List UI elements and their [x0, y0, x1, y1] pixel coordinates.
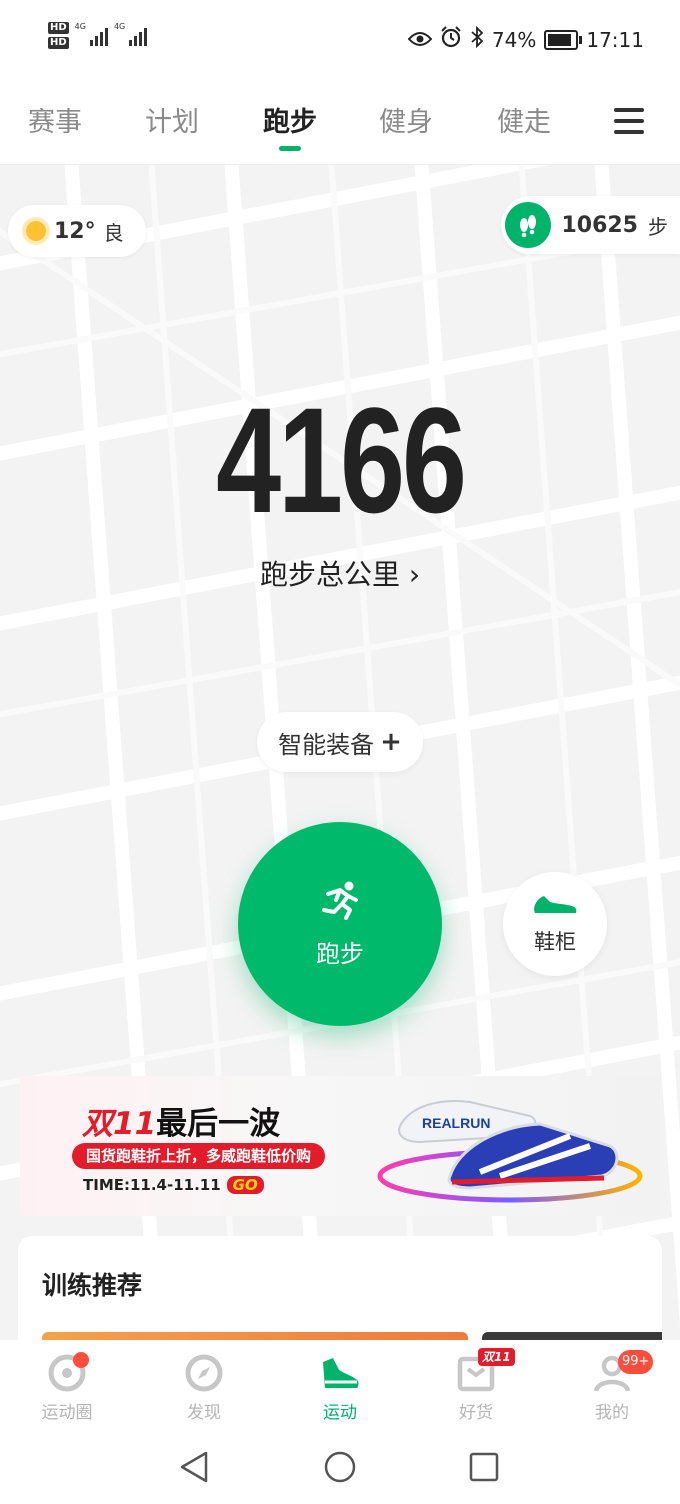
nav-label-goods: 好货	[459, 1403, 493, 1423]
clock: 17:11	[586, 27, 644, 52]
banner-title: 双11最后一波	[82, 1098, 280, 1143]
sim1-hd-label: HD	[48, 22, 69, 34]
tab-events[interactable]: 赛事	[10, 100, 100, 139]
nav-me[interactable]: 99+ 我的	[562, 1350, 662, 1423]
network2-label: 4G	[113, 22, 126, 31]
banner-subtitle: 国货跑鞋折上折，多威跑鞋低价购	[72, 1143, 326, 1169]
network1-label: 4G	[74, 22, 86, 31]
smart-device-label: 智能装备	[278, 730, 375, 759]
alarm-icon	[440, 26, 462, 53]
training-section: 训练推荐	[18, 1236, 662, 1346]
eye-icon	[407, 28, 433, 52]
training-title: 训练推荐	[42, 1271, 143, 1300]
shoe-cabinet-label: 鞋柜	[534, 930, 576, 954]
sun-icon	[26, 221, 46, 241]
promo-banner[interactable]: 双11最后一波 国货跑鞋折上折，多威跑鞋低价购 TIME:11.4-11.11 …	[20, 1076, 660, 1216]
shoe-cabinet-button[interactable]: 鞋柜	[503, 872, 607, 976]
tab-plan[interactable]: 计划	[127, 100, 217, 139]
banner-shoe-text: REALRUN	[422, 1115, 490, 1131]
nav-goods[interactable]: 双11 好货	[426, 1348, 526, 1423]
signal-strength-icon: 4G	[75, 22, 108, 46]
banner-time: TIME:11.4-11.11 GO	[83, 1176, 264, 1194]
total-distance-link[interactable]: 跑步总公里 ›	[0, 553, 680, 593]
start-run-label: 跑步	[316, 939, 364, 968]
hd-indicator: HD HD	[48, 22, 69, 52]
sim2-hd-label: HD	[48, 37, 69, 49]
signal-strength-icon-2: 4G	[113, 22, 148, 46]
menu-icon[interactable]	[614, 108, 644, 134]
bottom-nav: 运动圈 发现 运动 双11 好货 99+ 我的	[0, 1340, 680, 1430]
steps-unit: 步	[648, 214, 668, 239]
plus-icon: +	[380, 727, 402, 757]
nav-label-discover: 发现	[187, 1403, 221, 1423]
nav-sports[interactable]: 运动	[290, 1352, 390, 1423]
home-icon[interactable]	[323, 1450, 357, 1488]
footprint-icon	[505, 202, 552, 248]
air-quality: 良	[103, 220, 124, 245]
banner-title-highlight: 双11	[82, 1106, 157, 1142]
nav-label-sports-circle: 运动圈	[41, 1403, 93, 1423]
smart-device-button[interactable]: 智能装备 +	[257, 712, 423, 772]
sports-circle-icon	[17, 1352, 117, 1394]
sneaker-icon	[290, 1352, 390, 1394]
tab-fitness[interactable]: 健身	[361, 100, 451, 139]
top-tab-bar: 赛事 计划 跑步 健身 健走	[0, 80, 680, 165]
battery-percent: 74%	[491, 27, 537, 52]
profile-icon: 99+	[562, 1350, 662, 1394]
battery-icon	[544, 29, 583, 50]
start-run-button[interactable]: 跑步	[238, 822, 442, 1026]
steps-chip[interactable]: 10625 步	[501, 196, 680, 254]
system-nav-bar	[0, 1430, 680, 1504]
back-icon[interactable]	[178, 1450, 210, 1488]
nav-label-sports: 运动	[323, 1403, 357, 1423]
status-bar: HD HD 4G 4G 74% 17:11	[0, 0, 680, 80]
tab-running[interactable]: 跑步	[245, 100, 335, 151]
banner-shoe-image: REALRUN	[377, 1100, 643, 1203]
banner-title-rest: 最后一波	[156, 1106, 281, 1142]
nav-label-me: 我的	[595, 1403, 629, 1423]
nav-sports-circle[interactable]: 运动圈	[17, 1352, 117, 1423]
banner-time-text: TIME:11.4-11.11	[83, 1176, 221, 1194]
bluetooth-icon	[470, 25, 484, 53]
signal-indicators: HD HD 4G 4G	[48, 22, 148, 52]
nav-discover[interactable]: 发现	[154, 1352, 254, 1423]
compass-icon	[154, 1352, 254, 1394]
message-count-badge: 99+	[618, 1350, 654, 1374]
double11-tag: 双11	[478, 1348, 515, 1366]
steps-count: 10625	[561, 212, 638, 238]
banner-go-badge: GO	[226, 1176, 264, 1194]
shoe-icon	[532, 892, 578, 920]
recent-apps-icon[interactable]	[469, 1450, 499, 1488]
status-right: 74% 17:11	[407, 25, 644, 53]
weather-chip[interactable]: 12° 良	[8, 205, 146, 257]
runner-icon	[318, 880, 362, 924]
notification-dot	[73, 1352, 89, 1368]
tab-walking[interactable]: 健走	[479, 100, 569, 139]
weather-temperature: 12°	[54, 218, 96, 244]
gift-box-icon: 双11	[426, 1348, 526, 1394]
total-distance-value: 4166	[216, 376, 467, 544]
